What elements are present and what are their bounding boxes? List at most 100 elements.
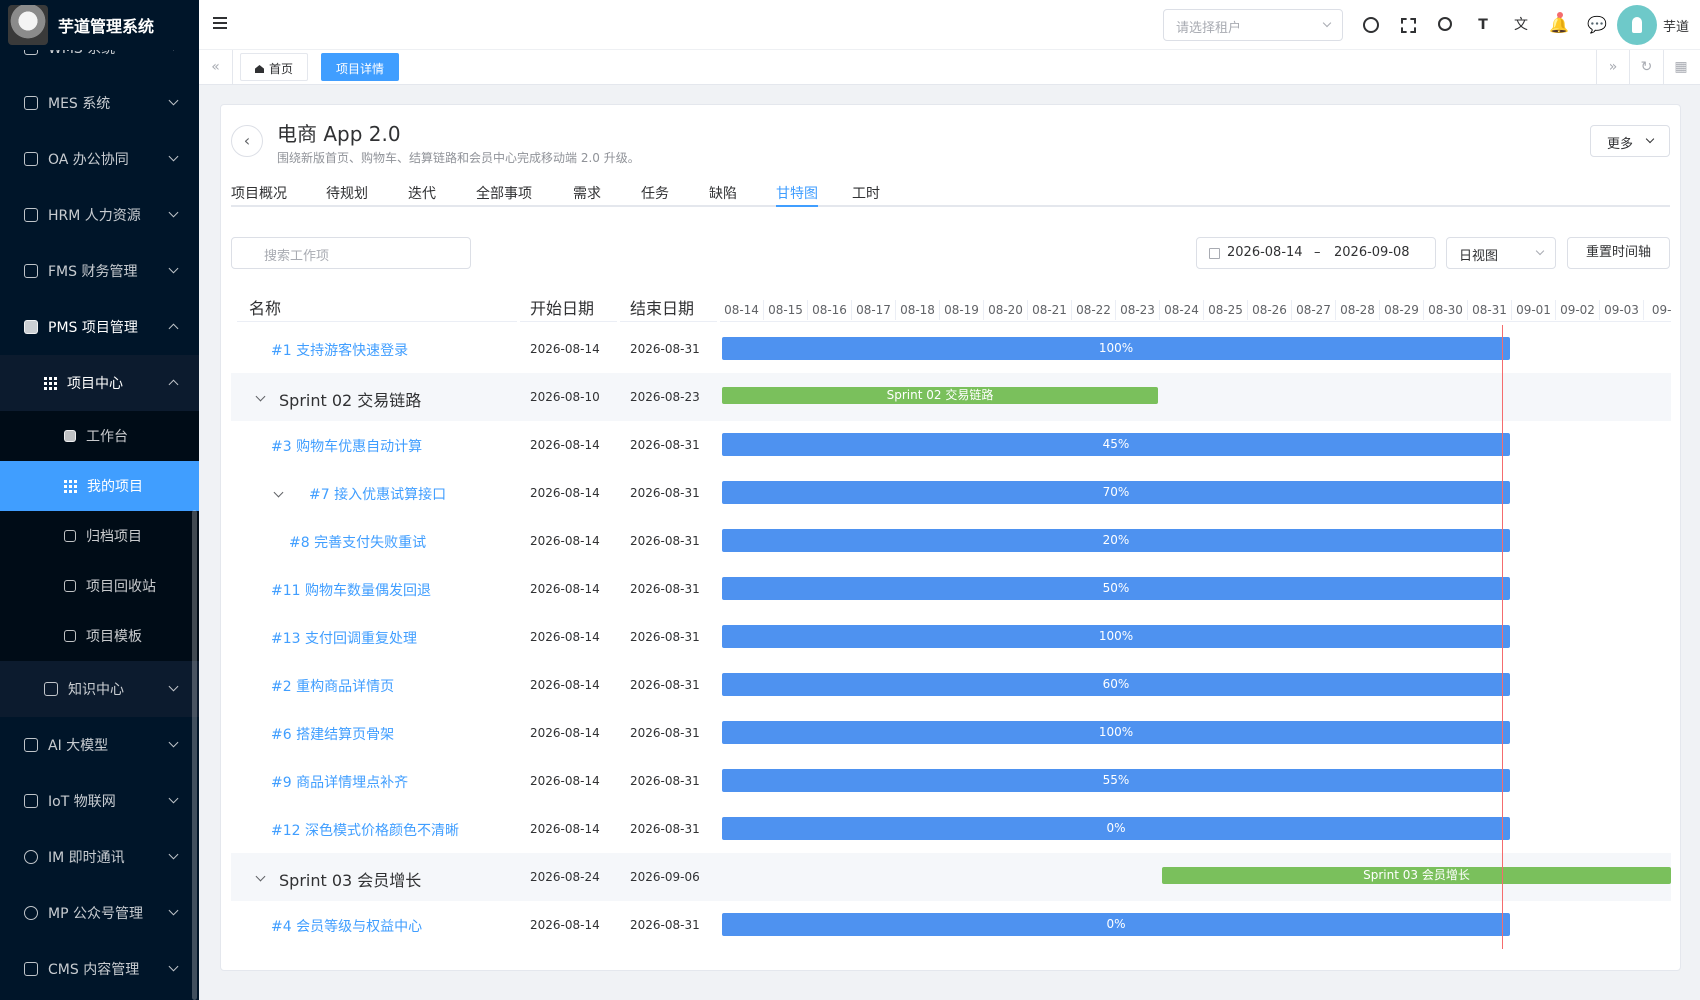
task-bar[interactable]: 0% <box>722 913 1510 936</box>
refresh-icon[interactable]: ↻ <box>1630 50 1664 84</box>
tab-home[interactable]: 首页 <box>240 53 309 81</box>
sidebar-item-cms[interactable]: CMS 内容管理 <box>0 941 199 997</box>
sidebar-item-project-center[interactable]: 项目中心 <box>0 355 199 411</box>
task-name-link[interactable]: #7 接入优惠试算接口 <box>237 472 517 514</box>
task-bar[interactable]: 50% <box>722 577 1510 600</box>
message-icon[interactable]: 💬 <box>1587 15 1607 35</box>
task-row[interactable]: #4 会员等级与权益中心 2026-08-14 2026-08-31 0% <box>231 901 1671 949</box>
task-bar[interactable]: 55% <box>722 769 1510 792</box>
task-bar[interactable]: 45% <box>722 433 1510 456</box>
sprint-bar[interactable]: Sprint 02 交易链路 <box>722 387 1158 404</box>
sidebar-item-workbench[interactable]: 工作台 <box>0 411 199 461</box>
sidebar-item-archived-projects[interactable]: 归档项目 <box>0 511 199 561</box>
sprint-row[interactable]: Sprint 02 交易链路 2026-08-10 2026-08-23 Sprint… <box>231 373 1671 421</box>
date-range-picker[interactable]: 2026-08-14 – 2026-09-08 <box>1196 237 1436 269</box>
pms-submenu: 项目中心 工作台 我的项目 归档项目 项目回收站 项目模板 知识中心 <box>0 355 199 717</box>
view-select[interactable]: 日视图 <box>1446 237 1556 269</box>
sidebar-item-knowledge[interactable]: 知识中心 <box>0 661 199 717</box>
sidebar-item-label: 项目回收站 <box>86 579 156 595</box>
tab-tasks[interactable]: 任务 <box>641 183 669 203</box>
sprint-row[interactable]: Sprint 03 会员增长 2026-08-24 2026-09-06 Sprint… <box>231 853 1671 901</box>
sidebar-item-pms[interactable]: PMS 项目管理 <box>0 299 199 355</box>
sidebar-item-iot[interactable]: IoT 物联网 <box>0 773 199 829</box>
task-bar[interactable]: 100% <box>722 337 1510 360</box>
task-name-link[interactable]: #3 购物车优惠自动计算 <box>237 424 517 466</box>
fullscreen-icon[interactable] <box>1401 18 1416 33</box>
project-detail-card: ‹ 电商 App 2.0 围绕新版首页、购物车、结算链路和会员中心完成移动端 2… <box>220 104 1681 971</box>
tab-project-detail[interactable]: 项目详情 <box>321 53 400 81</box>
search-icon[interactable] <box>1438 17 1452 31</box>
tab-worklog[interactable]: 工时 <box>852 183 880 203</box>
sidebar-item-recycle-bin[interactable]: 项目回收站 <box>0 561 199 611</box>
bell-icon[interactable]: 🔔 <box>1549 15 1569 35</box>
task-row[interactable]: #12 深色模式价格颜色不清晰 2026-08-14 2026-08-31 0% <box>231 805 1671 853</box>
task-row[interactable]: #1 支持游客快速登录 2026-08-14 2026-08-31 100% <box>231 325 1671 373</box>
chevron-down-icon[interactable] <box>255 871 266 882</box>
sidebar-item-fms[interactable]: FMS 财务管理 <box>0 243 199 299</box>
scroll-left-icon[interactable]: « <box>199 50 233 84</box>
sidebar-item-ai[interactable]: AI 大模型 <box>0 717 199 773</box>
back-button[interactable]: ‹ <box>231 125 263 157</box>
task-bar[interactable]: 20% <box>722 529 1510 552</box>
menu-icon[interactable] <box>213 17 227 29</box>
tab-overview[interactable]: 项目概况 <box>231 183 287 203</box>
sidebar-item-hrm[interactable]: HRM 人力资源 <box>0 187 199 243</box>
task-row[interactable]: #6 搭建结算页骨架 2026-08-14 2026-08-31 100% <box>231 709 1671 757</box>
task-bar[interactable]: 60% <box>722 673 1510 696</box>
tab-all-items[interactable]: 全部事项 <box>476 183 532 203</box>
tab-bugs[interactable]: 缺陷 <box>709 183 737 203</box>
app-logo-area[interactable]: 芋道管理系统 <box>0 0 199 50</box>
tab-gantt[interactable]: 甘特图 <box>776 183 818 203</box>
tab-backlog[interactable]: 待规划 <box>326 183 368 203</box>
task-row[interactable]: #9 商品详情埋点补齐 2026-08-14 2026-08-31 55% <box>231 757 1671 805</box>
tab-requirements[interactable]: 需求 <box>573 183 601 203</box>
tenant-select[interactable]: 请选择租户 <box>1163 9 1343 41</box>
task-row[interactable]: #8 完善支付失败重试 2026-08-14 2026-08-31 20% <box>231 517 1671 565</box>
task-name-link[interactable]: #4 会员等级与权益中心 <box>237 904 517 946</box>
more-button[interactable]: 更多 <box>1590 125 1670 157</box>
sprint-bar[interactable]: Sprint 03 会员增长 <box>1162 867 1671 884</box>
task-name-link[interactable]: #2 重构商品详情页 <box>237 664 517 706</box>
task-row[interactable]: #3 购物车优惠自动计算 2026-08-14 2026-08-31 45% <box>231 421 1671 469</box>
sprint-name[interactable]: Sprint 03 会员增长 <box>237 856 517 898</box>
username[interactable]: 芋道 <box>1663 16 1689 35</box>
task-row[interactable]: #2 重构商品详情页 2026-08-14 2026-08-31 60% <box>231 661 1671 709</box>
task-name-link[interactable]: #9 商品详情埋点补齐 <box>237 760 517 802</box>
avatar[interactable] <box>1617 5 1657 45</box>
task-bar[interactable]: 100% <box>722 721 1510 744</box>
task-bar[interactable]: 0% <box>722 817 1510 840</box>
chevron-down-icon[interactable] <box>255 391 266 402</box>
font-size-icon[interactable]: T <box>1473 15 1493 35</box>
chevron-down-icon <box>168 151 179 162</box>
reset-timeline-button[interactable]: 重置时间轴 <box>1567 237 1670 269</box>
task-bar[interactable]: 70% <box>722 481 1510 504</box>
task-row[interactable]: #7 接入优惠试算接口 2026-08-14 2026-08-31 70% <box>231 469 1671 517</box>
sidebar-item-im[interactable]: IM 即时通讯 <box>0 829 199 885</box>
chevron-down-icon[interactable] <box>273 487 284 498</box>
task-bar[interactable]: 100% <box>722 625 1510 648</box>
task-name-link[interactable]: #13 支付回调重复处理 <box>237 616 517 658</box>
sidebar-item-oa[interactable]: OA 办公协同 <box>0 131 199 187</box>
task-row[interactable]: #13 支付回调重复处理 2026-08-14 2026-08-31 100% <box>231 613 1671 661</box>
task-name-link[interactable]: #6 搭建结算页骨架 <box>237 712 517 754</box>
sidebar-scrollbar[interactable] <box>192 510 197 1000</box>
task-name-link[interactable]: #8 完善支付失败重试 <box>237 520 517 562</box>
gear-icon[interactable] <box>1363 17 1379 33</box>
sidebar-item-mes[interactable]: MES 系统 <box>0 75 199 131</box>
task-name-link[interactable]: #1 支持游客快速登录 <box>237 328 517 370</box>
timeline-cell: 60% <box>720 664 1671 706</box>
task-name-link[interactable]: #12 深色模式价格颜色不清晰 <box>237 808 517 850</box>
task-row[interactable]: #11 购物车数量偶发回退 2026-08-14 2026-08-31 50% <box>231 565 1671 613</box>
scroll-right-icon[interactable]: » <box>1596 50 1630 84</box>
tab-iterations[interactable]: 迭代 <box>408 183 436 203</box>
tabs-menu-icon[interactable]: ▦ <box>1664 50 1698 84</box>
sidebar-item-templates[interactable]: 项目模板 <box>0 611 199 661</box>
search-input[interactable]: 搜索工作项 <box>231 237 471 269</box>
sprint-name[interactable]: Sprint 02 交易链路 <box>237 376 517 418</box>
sidebar-item-mp[interactable]: MP 公众号管理 <box>0 885 199 941</box>
app-title: 芋道管理系统 <box>58 17 155 36</box>
ai-icon <box>24 738 38 752</box>
task-name-link[interactable]: #11 购物车数量偶发回退 <box>237 568 517 610</box>
translate-icon[interactable]: 文 <box>1511 15 1531 35</box>
sidebar-item-my-projects[interactable]: 我的项目 <box>0 461 199 511</box>
